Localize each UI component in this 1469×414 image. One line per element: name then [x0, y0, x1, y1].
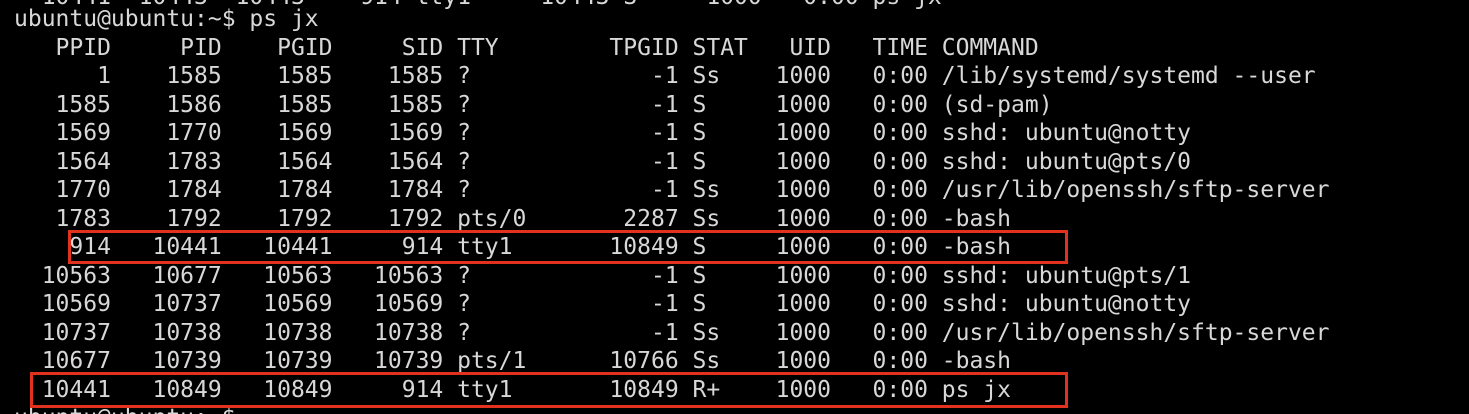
- ps-row: 10569 10737 10569 10569 ? -1 S 1000 0:00…: [14, 291, 1192, 317]
- ps-header-row: PPID PID PGID SID TTY TPGID STAT UID TIM…: [14, 35, 1039, 61]
- ps-row: 10737 10738 10738 10738 ? -1 Ss 1000 0:0…: [14, 320, 1330, 346]
- ps-row: 1 1585 1585 1585 ? -1 Ss 1000 0:00 /lib/…: [14, 63, 1316, 89]
- terminal-window[interactable]: 10441 10443 10443 914 tty1 10443 S 1000 …: [0, 0, 1469, 414]
- ps-row: 1585 1586 1585 1585 ? -1 S 1000 0:00 (sd…: [14, 92, 1053, 118]
- ps-row: 1564 1783 1564 1564 ? -1 S 1000 0:00 ssh…: [14, 149, 1192, 175]
- highlight-box-ps-row: [30, 372, 1068, 408]
- ps-row: 1569 1770 1569 1569 ? -1 S 1000 0:00 ssh…: [14, 120, 1192, 146]
- ps-row: 1770 1784 1784 1784 ? -1 Ss 1000 0:00 /u…: [14, 177, 1330, 203]
- ps-row: 10563 10677 10563 10563 ? -1 S 1000 0:00…: [14, 263, 1192, 289]
- highlight-box-bash-row: [68, 230, 1068, 264]
- command-prompt-line: ubuntu@ubuntu:~$ ps jx: [14, 6, 319, 32]
